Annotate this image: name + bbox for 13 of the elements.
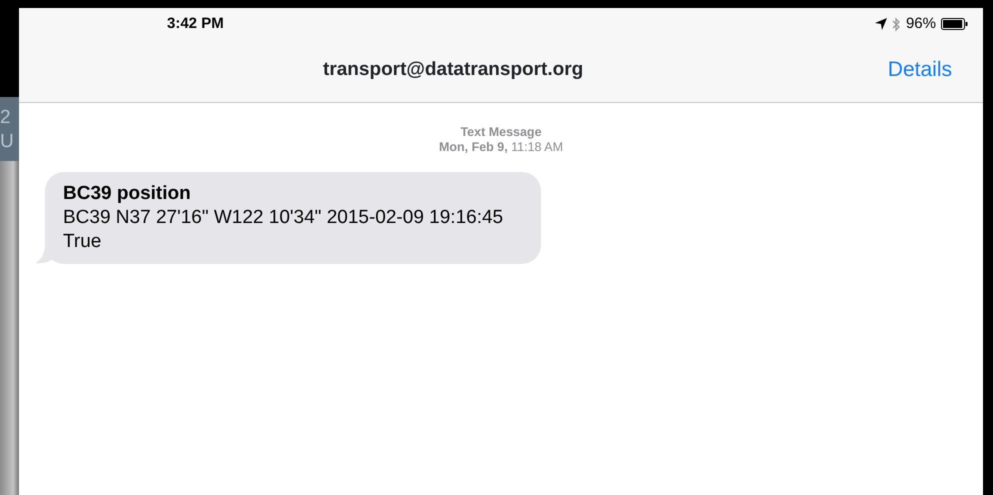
battery-icon bbox=[941, 18, 968, 30]
location-arrow-icon bbox=[874, 18, 887, 30]
conversation-title: transport@datatransport.org bbox=[323, 58, 584, 82]
message-text: BC39 N37 27'16" W122 10'34" 2015-02-09 19:16:45 True bbox=[63, 207, 504, 252]
background-window-text: U bbox=[0, 130, 15, 154]
clock-time: 3:42 PM bbox=[167, 14, 224, 34]
bluetooth-icon bbox=[892, 16, 901, 32]
message-title: BC39 position bbox=[63, 182, 192, 206]
message-timestamp: Mon, Feb 9, 11:18 AM bbox=[438, 140, 564, 155]
background-window-text: 2 bbox=[0, 106, 12, 130]
battery-percentage: 96% bbox=[906, 14, 936, 34]
message-type-label: Text Message bbox=[459, 125, 543, 140]
details-button[interactable]: Details bbox=[888, 54, 952, 86]
